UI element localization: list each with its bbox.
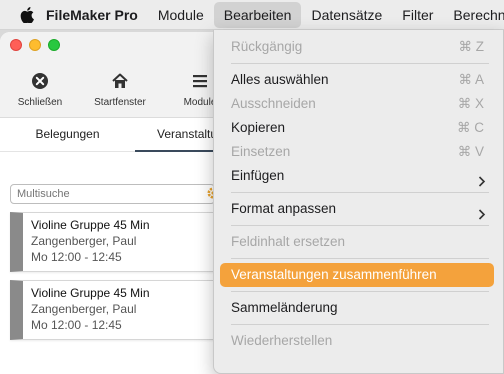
menu-item-shortcut: ⌘ Z <box>458 39 485 54</box>
menu-bar: FileMaker Pro Module Bearbeiten Datensät… <box>0 0 504 30</box>
list-item-time: Mo 12:00 - 12:45 <box>31 318 122 332</box>
list-item[interactable]: Violine Gruppe 45 Min Zangenberger, Paul… <box>10 212 220 272</box>
menu-item-shortcut: ⌘ X <box>457 96 484 111</box>
menu-item-shortcut: ⌘ V <box>457 144 484 159</box>
menu-item-copy[interactable]: Kopieren ⌘ C <box>220 116 494 140</box>
menu-item-label: Wiederherstellen <box>231 333 333 348</box>
menu-separator <box>231 258 489 259</box>
menu-bearbeiten[interactable]: Bearbeiten <box>213 1 302 28</box>
menu-item-restore[interactable]: Wiederherstellen <box>220 329 494 353</box>
menu-item-merge-events[interactable]: Veranstaltungen zusammenführen <box>220 263 494 287</box>
home-tool-label: Startfenster <box>94 97 146 108</box>
menu-item-replace-field[interactable]: Feldinhalt ersetzen <box>220 230 494 254</box>
home-tool-button[interactable]: Startfenster <box>80 70 160 108</box>
close-tool-label: Schließen <box>17 97 63 108</box>
home-icon <box>80 70 160 92</box>
window-minimize-button[interactable] <box>29 39 41 51</box>
window-zoom-button[interactable] <box>48 39 60 51</box>
multisearch-input[interactable] <box>10 184 215 204</box>
menu-item-cut[interactable]: Ausschneiden ⌘ X <box>220 92 494 116</box>
tab-belegungen[interactable]: Belegungen <box>0 118 135 152</box>
menu-separator <box>231 324 489 325</box>
list-item-time: Mo 12:00 - 12:45 <box>31 250 122 264</box>
close-circle-icon <box>0 70 80 92</box>
menu-item-select-all[interactable]: Alles auswählen ⌘ A <box>220 68 494 92</box>
menu-berechnen[interactable]: Berechn <box>443 2 504 28</box>
menu-item-batch-change[interactable]: Sammeländerung <box>220 296 494 320</box>
menu-separator <box>231 192 489 193</box>
bearbeiten-dropdown-menu: Rückgängig ⌘ Z Alles auswählen ⌘ A Aussc… <box>213 30 504 374</box>
menu-item-paste[interactable]: Einsetzen ⌘ V <box>220 140 494 164</box>
menu-separator <box>231 225 489 226</box>
menu-item-label: Kopieren <box>231 120 286 135</box>
menu-separator <box>231 291 489 292</box>
menu-item-label: Einfügen <box>231 168 285 183</box>
apple-icon[interactable] <box>20 6 34 23</box>
menu-datensaetze[interactable]: Datensätze <box>301 2 392 28</box>
menu-item-shortcut: ⌘ A <box>458 72 484 87</box>
list-item-title: Violine Gruppe 45 Min <box>31 286 150 300</box>
chevron-right-icon <box>478 171 486 195</box>
menu-item-shortcut: ⌘ C <box>457 120 484 135</box>
menu-item-undo[interactable]: Rückgängig ⌘ Z <box>220 35 494 59</box>
menu-item-label: Format anpassen <box>231 201 337 216</box>
menu-item-label: Rückgängig <box>231 39 303 54</box>
list-item-person: Zangenberger, Paul <box>31 234 137 248</box>
menu-item-format[interactable]: Format anpassen <box>220 197 494 221</box>
window-close-button[interactable] <box>10 39 22 51</box>
list-item-title: Violine Gruppe 45 Min <box>31 218 150 232</box>
chevron-right-icon <box>478 204 486 228</box>
menu-item-label: Ausschneiden <box>231 96 316 111</box>
menu-item-label: Veranstaltungen zusammenführen <box>231 267 437 282</box>
list-item-person: Zangenberger, Paul <box>31 302 137 316</box>
menu-item-label: Alles auswählen <box>231 72 329 87</box>
close-tool-button[interactable]: Schließen <box>0 70 80 108</box>
menu-filter[interactable]: Filter <box>392 2 443 28</box>
menu-module[interactable]: Module <box>148 2 214 28</box>
menu-item-label: Einsetzen <box>231 144 291 159</box>
menu-separator <box>231 63 489 64</box>
menu-app-name[interactable]: FileMaker Pro <box>34 2 148 28</box>
menu-item-label: Sammeländerung <box>231 300 338 315</box>
menu-item-insert[interactable]: Einfügen <box>220 164 494 188</box>
list-item[interactable]: Violine Gruppe 45 Min Zangenberger, Paul… <box>10 280 220 340</box>
menu-item-label: Feldinhalt ersetzen <box>231 234 346 249</box>
